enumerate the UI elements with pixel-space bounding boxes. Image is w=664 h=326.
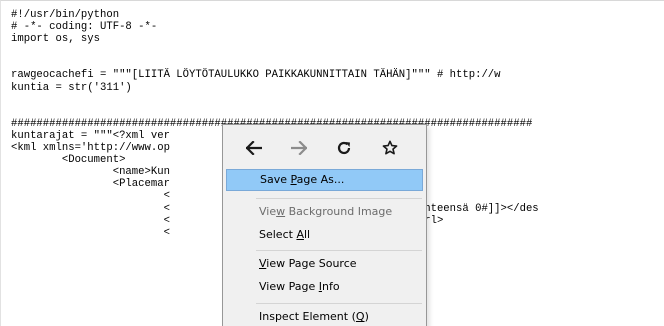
code-line: rawgeocachefi = """[LIITÄ LÖYTÖTAULUKKO …: [11, 69, 501, 82]
reload-button[interactable]: [329, 135, 359, 161]
view-page-info-menu-item[interactable]: View Page Info: [226, 276, 423, 298]
arrow-left-icon: [246, 141, 262, 155]
code-line: kuntia = str('311'): [11, 81, 132, 94]
code-line: # -*- coding: UTF-8 -*-: [11, 21, 158, 34]
menu-separator: [256, 250, 422, 251]
browser-page: #!/usr/bin/python # -*- coding: UTF-8 -*-…: [0, 0, 664, 326]
menu-separator: [256, 198, 422, 199]
context-menu: Save Page As... View Background Image Se…: [222, 124, 427, 326]
menu-separator: [256, 303, 422, 304]
view-page-source-menu-item[interactable]: View Page Source: [226, 253, 423, 275]
inspect-element-menu-item[interactable]: Inspect Element (Q): [226, 306, 423, 326]
back-button[interactable]: [239, 135, 269, 161]
bookmark-button[interactable]: [375, 135, 405, 161]
code-line: import os, sys: [11, 33, 101, 46]
arrow-right-icon: [291, 141, 307, 155]
reload-icon: [337, 141, 351, 155]
select-all-menu-item[interactable]: Select All: [226, 224, 423, 246]
view-background-image-menu-item[interactable]: View Background Image: [226, 201, 423, 223]
forward-button[interactable]: [284, 135, 314, 161]
star-icon: [382, 140, 398, 155]
save-page-as-menu-item[interactable]: Save Page As...: [226, 169, 423, 191]
context-menu-nav-row: [223, 125, 426, 169]
code-line: #!/usr/bin/python: [11, 9, 120, 21]
